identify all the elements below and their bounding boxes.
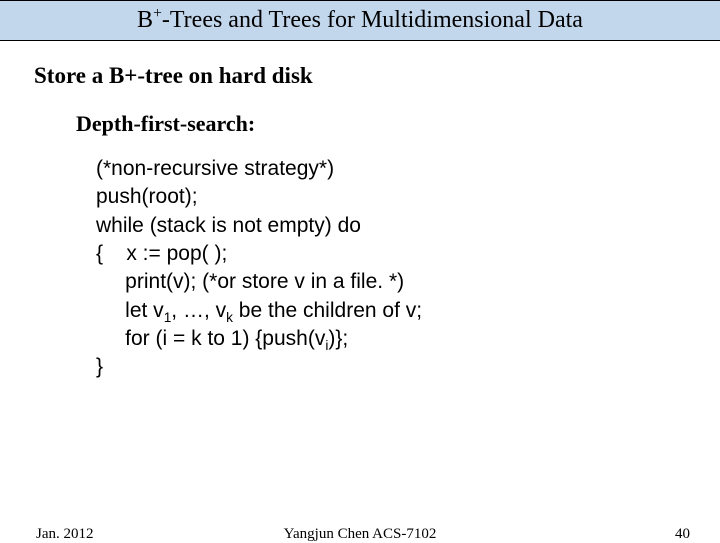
code-line-2: push(root); <box>96 185 198 208</box>
title-pre: B <box>137 7 153 33</box>
code-block: (*non-recursive strategy*) push(root); w… <box>96 155 720 382</box>
code-line-7a: for (i = k to 1) {push(v <box>96 327 325 350</box>
code-line-4: { x := pop( ); <box>96 242 227 265</box>
footer-center: Yangjun Chen ACS-7102 <box>0 526 720 543</box>
code-line-6b: , …, v <box>171 299 226 322</box>
code-line-3: while (stack is not empty) do <box>96 214 361 237</box>
code-line-7b: )}; <box>328 327 348 350</box>
slide: B+-Trees and Trees for Multidimensional … <box>0 0 720 540</box>
code-line-6c: be the children of v; <box>233 299 422 322</box>
title-sup: + <box>153 5 162 22</box>
code-sub-k: k <box>226 310 233 325</box>
slide-title: B+-Trees and Trees for Multidimensional … <box>0 0 720 41</box>
code-line-5b: *) <box>389 270 404 293</box>
code-line-1: (*non-recursive strategy*) <box>96 157 334 180</box>
subsection-heading: Depth-first-search: <box>76 111 720 137</box>
section-heading: Store a B+-tree on hard disk <box>34 63 720 89</box>
footer-page-number: 40 <box>675 526 690 543</box>
code-line-6a: let v <box>96 299 164 322</box>
title-post: -Trees and Trees for Multidimensional Da… <box>162 7 583 33</box>
code-line-5a: print(v); (*or store v in a file. <box>96 270 383 293</box>
code-line-8: } <box>96 355 103 378</box>
